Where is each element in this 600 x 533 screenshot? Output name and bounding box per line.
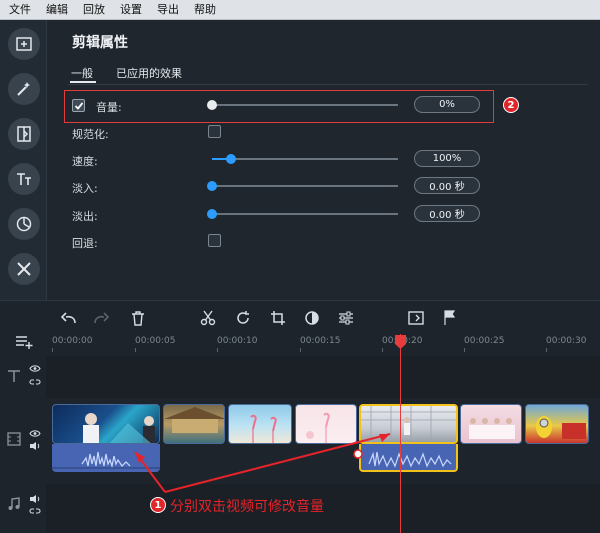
crop-icon bbox=[271, 311, 285, 325]
music-track-icon bbox=[8, 497, 20, 510]
add-track-button[interactable] bbox=[14, 332, 34, 352]
trash-icon bbox=[132, 310, 144, 326]
ruler-time-15: 00:00:15 bbox=[300, 336, 341, 346]
ruler-tick bbox=[217, 348, 218, 352]
fade-in-value[interactable]: 0.00 秒 bbox=[414, 177, 480, 194]
ruler-time-5: 00:00:05 bbox=[135, 336, 176, 346]
annotation-badge-2: 2 bbox=[503, 97, 519, 113]
tab-divider bbox=[68, 84, 588, 85]
flag-icon bbox=[444, 310, 456, 325]
normalize-label: 规范化: bbox=[72, 128, 109, 141]
ruler-time-0: 00:00:00 bbox=[52, 336, 93, 346]
color-adjust-button[interactable] bbox=[302, 308, 322, 328]
speed-slider-knob[interactable] bbox=[225, 154, 236, 164]
menu-edit[interactable]: 编辑 bbox=[37, 0, 74, 20]
split-button[interactable] bbox=[198, 308, 218, 328]
undo-icon bbox=[60, 312, 76, 324]
link-icon[interactable] bbox=[29, 377, 41, 387]
magic-wand-icon bbox=[17, 82, 30, 96]
transition-icon bbox=[17, 126, 31, 142]
volume-highlight-box bbox=[64, 90, 494, 123]
annotation-note: 分别双击视频可修改音量 bbox=[170, 499, 324, 515]
menu-bar: 文件 编辑 回放 设置 导出 帮助 bbox=[0, 0, 600, 20]
reverse-label: 回退: bbox=[72, 237, 98, 250]
tool-strip bbox=[0, 20, 47, 300]
ruler-time-30: 00:00:30 bbox=[546, 336, 587, 346]
more-tools-icon bbox=[17, 262, 31, 276]
title-track-icon bbox=[8, 370, 20, 382]
tab-general[interactable]: 一般 bbox=[71, 65, 93, 81]
ruler-tick bbox=[546, 348, 547, 352]
add-media-icon bbox=[16, 37, 32, 51]
menu-help[interactable]: 帮助 bbox=[185, 0, 222, 20]
fade-out-slider-knob[interactable] bbox=[207, 209, 217, 219]
delete-button[interactable] bbox=[128, 308, 148, 328]
fade-out-value[interactable]: 0.00 秒 bbox=[414, 205, 480, 222]
redo-icon bbox=[94, 312, 110, 324]
clip-properties-button[interactable] bbox=[336, 308, 356, 328]
add-track-icon bbox=[16, 336, 33, 349]
tab-applied-effects[interactable]: 已应用的效果 bbox=[116, 65, 182, 81]
redo-button[interactable] bbox=[92, 308, 112, 328]
fade-out-label: 淡出: bbox=[72, 210, 98, 223]
fade-out-slider[interactable] bbox=[207, 209, 398, 219]
ruler-time-10: 00:00:10 bbox=[217, 336, 258, 346]
speed-label: 速度: bbox=[72, 155, 98, 168]
video-track-icon bbox=[7, 432, 21, 446]
speed-value[interactable]: 100% bbox=[414, 150, 480, 167]
undo-button[interactable] bbox=[58, 308, 78, 328]
menu-playback[interactable]: 回放 bbox=[74, 0, 111, 20]
titles-button[interactable] bbox=[8, 163, 40, 195]
clip-properties-panel: 剪辑属性 一般 已应用的效果 音量: 0% 规范化: 速度: 100% 淡入: … bbox=[48, 20, 600, 300]
ruler-tick bbox=[300, 348, 301, 352]
picture-in-picture-button[interactable] bbox=[406, 308, 426, 328]
video-clip-thumbnail bbox=[536, 416, 586, 439]
playhead-handle[interactable] bbox=[394, 334, 407, 350]
video-clip-6[interactable] bbox=[460, 404, 522, 444]
annotation-badge-1: 1 bbox=[150, 497, 166, 513]
add-media-button[interactable] bbox=[8, 28, 40, 60]
speed-slider[interactable] bbox=[212, 154, 398, 164]
ruler-tick bbox=[464, 348, 465, 352]
panel-title: 剪辑属性 bbox=[72, 35, 128, 51]
title-track-lane[interactable] bbox=[46, 356, 600, 398]
speaker-icon[interactable] bbox=[29, 494, 41, 504]
filters-button[interactable] bbox=[8, 73, 40, 105]
speaker-icon[interactable] bbox=[29, 441, 41, 451]
stickers-icon bbox=[16, 216, 32, 232]
playhead-line bbox=[400, 334, 401, 533]
rotate-icon bbox=[237, 311, 249, 324]
transitions-button[interactable] bbox=[8, 118, 40, 150]
normalize-checkbox[interactable] bbox=[208, 125, 221, 138]
pip-icon bbox=[408, 311, 424, 325]
ruler-tick bbox=[382, 348, 383, 352]
titles-icon bbox=[17, 173, 31, 185]
ruler-tick bbox=[52, 348, 53, 352]
fade-in-label: 淡入: bbox=[72, 182, 98, 195]
rotate-button[interactable] bbox=[233, 308, 253, 328]
color-adjust-icon bbox=[305, 311, 319, 325]
menu-file[interactable]: 文件 bbox=[0, 0, 37, 20]
menu-export[interactable]: 导出 bbox=[148, 0, 185, 20]
marker-button[interactable] bbox=[440, 308, 460, 328]
video-clip-7[interactable] bbox=[525, 404, 589, 444]
scissors-icon bbox=[200, 310, 216, 326]
ruler-time-25: 00:00:25 bbox=[464, 336, 505, 346]
stickers-button[interactable] bbox=[8, 208, 40, 240]
crop-button[interactable] bbox=[268, 308, 288, 328]
link-icon[interactable] bbox=[29, 506, 41, 516]
eye-icon[interactable] bbox=[29, 364, 41, 373]
active-tab-indicator bbox=[70, 81, 96, 83]
video-clip-thumbnail bbox=[469, 418, 515, 439]
fade-in-slider[interactable] bbox=[207, 181, 398, 191]
eye-icon[interactable] bbox=[29, 429, 41, 438]
ruler-tick bbox=[135, 348, 136, 352]
more-tools-button[interactable] bbox=[8, 253, 40, 285]
fade-in-slider-knob[interactable] bbox=[207, 181, 217, 191]
menu-settings[interactable]: 设置 bbox=[111, 0, 148, 20]
sliders-icon bbox=[339, 311, 353, 325]
reverse-checkbox[interactable] bbox=[208, 234, 221, 247]
